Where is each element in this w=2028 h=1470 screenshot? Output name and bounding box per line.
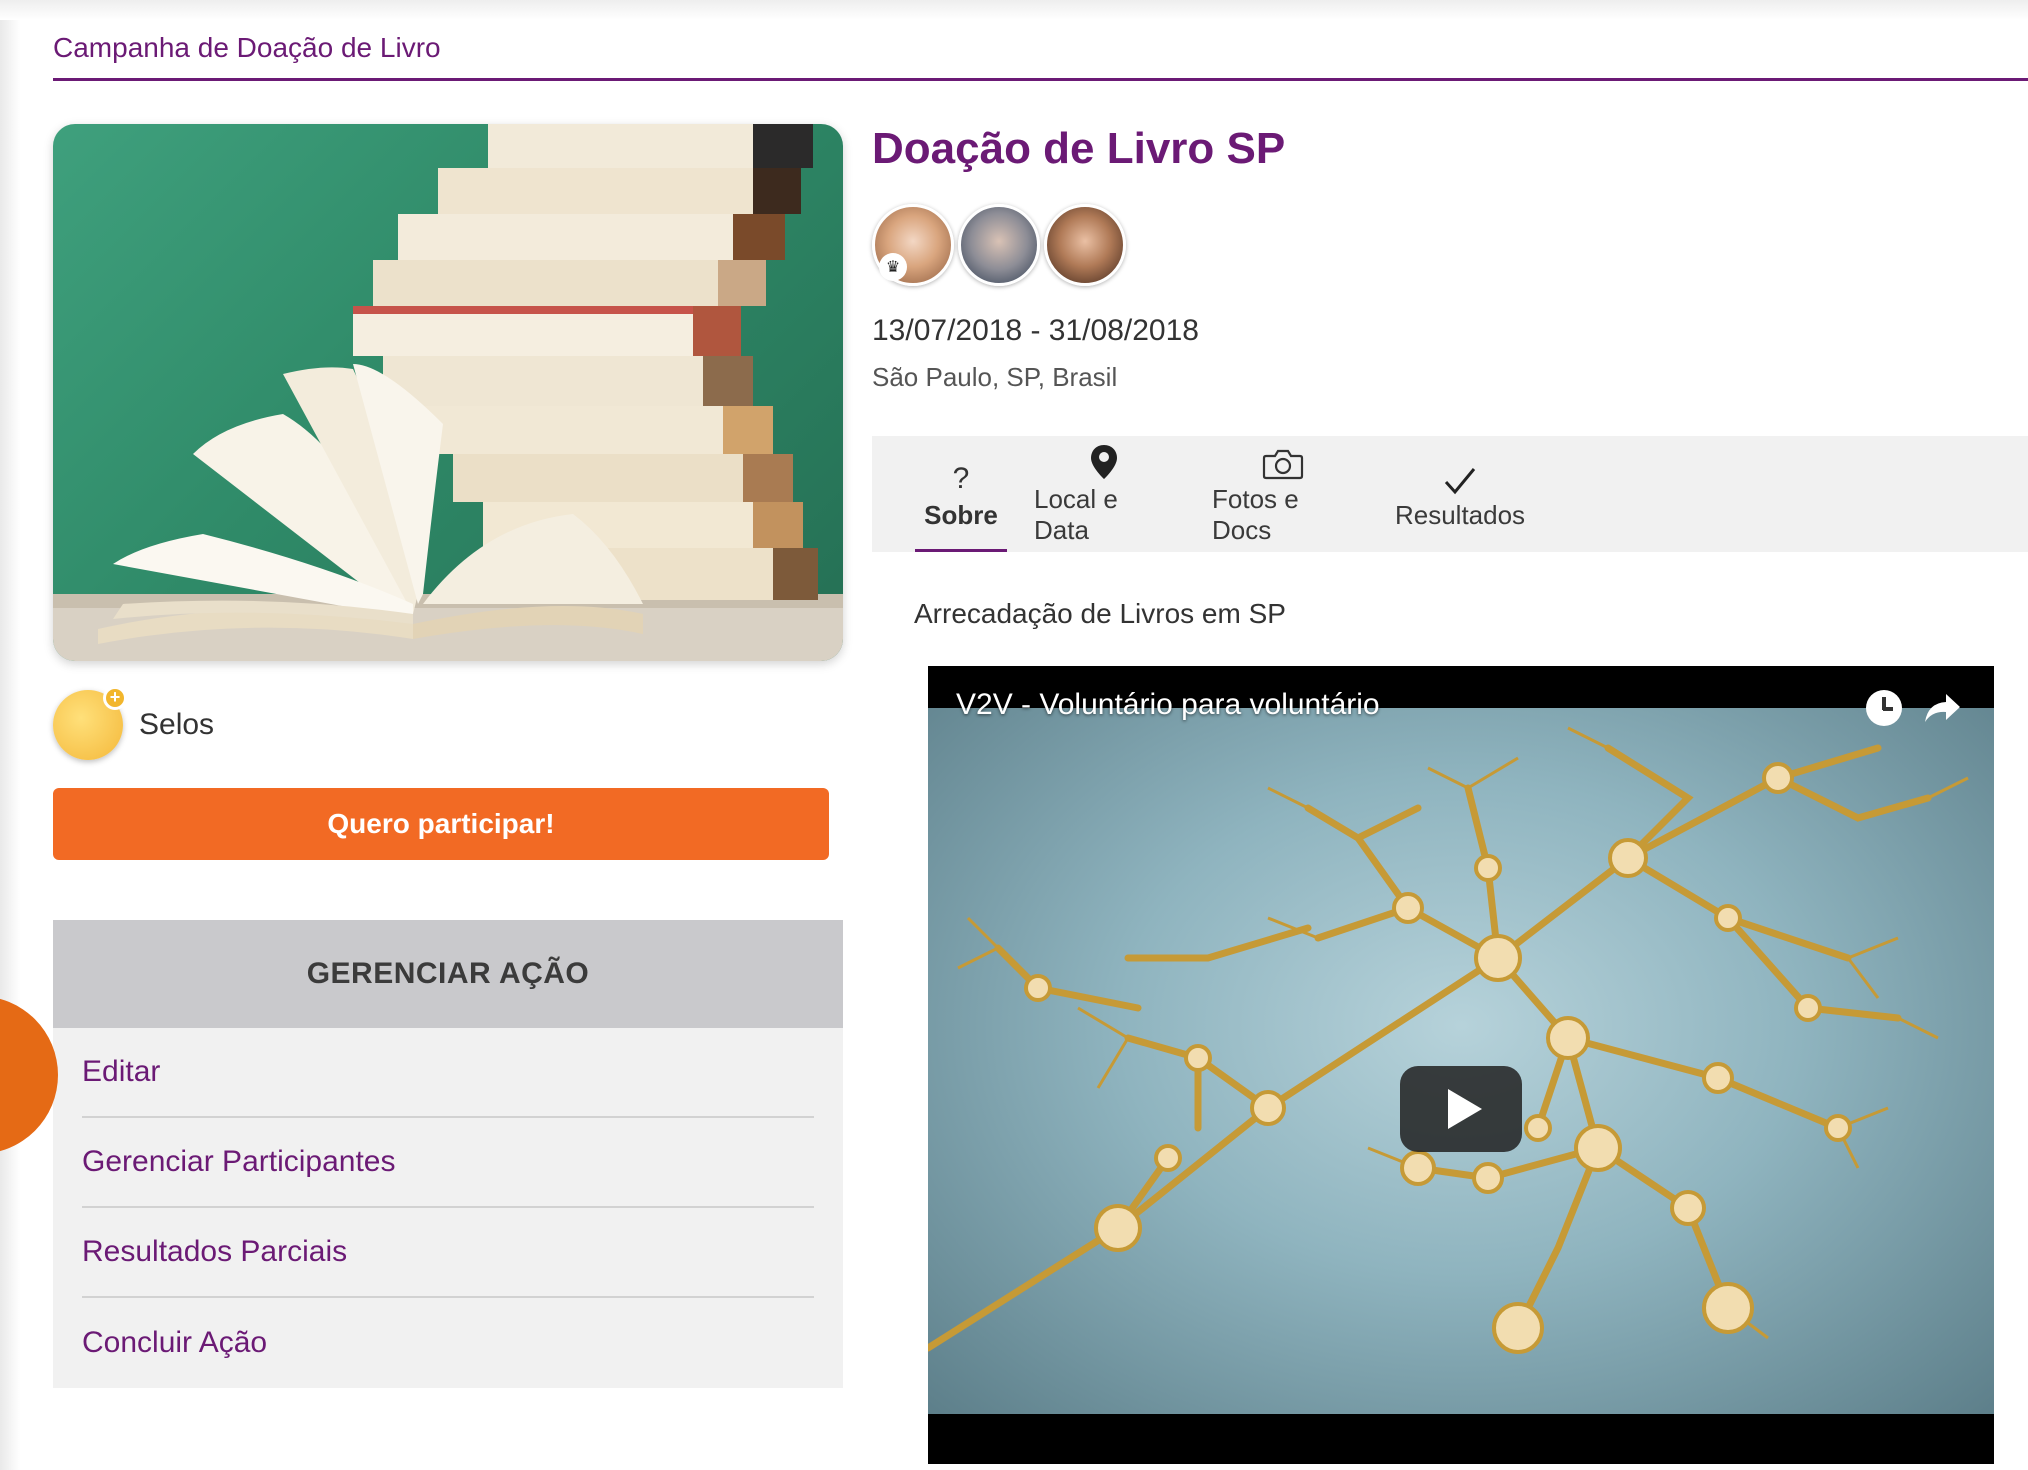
badges-label: Selos (139, 708, 215, 741)
manage-item-conclude[interactable]: Concluir Ação (82, 1298, 814, 1388)
event-location: São Paulo, SP, Brasil (872, 362, 1118, 392)
checkmark-icon (1443, 458, 1477, 496)
event-title: Doação de Livro SP (872, 124, 1286, 173)
avatar[interactable]: ♛ (872, 204, 954, 286)
video-player[interactable]: V2V - Voluntário para voluntário (928, 666, 1994, 1464)
manage-item-partial-results[interactable]: Resultados Parciais (82, 1208, 814, 1298)
badges-section[interactable]: + Selos (53, 686, 215, 760)
crown-icon: ♛ (879, 253, 907, 281)
tab-label: Sobre (924, 499, 998, 530)
participate-button[interactable]: Quero participar! (53, 788, 829, 860)
books-illustration (53, 124, 843, 661)
camera-icon (1262, 442, 1304, 480)
manage-item-edit[interactable]: Editar (82, 1028, 814, 1118)
manage-item-participants[interactable]: Gerenciar Participantes (82, 1118, 814, 1208)
tab-about[interactable]: ? Sobre (915, 436, 1007, 552)
event-dates: 13/07/2018 - 31/08/2018 (872, 314, 1199, 347)
page-shadow (0, 0, 20, 1470)
tab-bar: ? Sobre Local e Data Fotos e Docs Result… (872, 436, 2028, 552)
tab-results[interactable]: Resultados (1395, 436, 1525, 552)
tab-location-date[interactable]: Local e Data (1034, 436, 1174, 552)
page-shadow-top (0, 0, 2028, 20)
tab-label: Resultados (1394, 499, 1526, 530)
highlight-marker (0, 996, 58, 1154)
play-button[interactable] (1400, 1066, 1522, 1152)
tab-label: Fotos e Docs (1212, 484, 1299, 545)
tab-photos-docs[interactable]: Fotos e Docs (1212, 436, 1354, 552)
question-icon: ? (952, 461, 970, 495)
manage-action-panel: GERENCIAR AÇÃO Editar Gerenciar Particip… (53, 920, 843, 1388)
network-tree-graphic (928, 726, 1969, 1354)
cover-image (53, 124, 843, 661)
event-subtitle: Arrecadação de Livros em SP (914, 598, 1286, 629)
plus-icon: + (103, 686, 127, 710)
breadcrumb[interactable]: Campanha de Doação de Livro (53, 32, 441, 64)
video-frame (928, 708, 1994, 1414)
video-title[interactable]: V2V - Voluntário para voluntário (956, 688, 1380, 722)
badge-add-icon[interactable]: + (53, 686, 127, 760)
manage-action-title: GERENCIAR AÇÃO (53, 920, 843, 1028)
participant-avatars: ♛ (872, 204, 1130, 286)
avatar[interactable] (958, 204, 1040, 286)
play-icon (1448, 1089, 1482, 1129)
share-icon[interactable] (1922, 690, 1962, 726)
tab-active-indicator (915, 549, 1007, 552)
tab-label: Local e Data (1034, 484, 1118, 545)
avatar[interactable] (1044, 204, 1126, 286)
map-pin-icon (1089, 442, 1119, 480)
watch-later-icon[interactable] (1866, 690, 1902, 726)
breadcrumb-divider (53, 78, 2028, 81)
